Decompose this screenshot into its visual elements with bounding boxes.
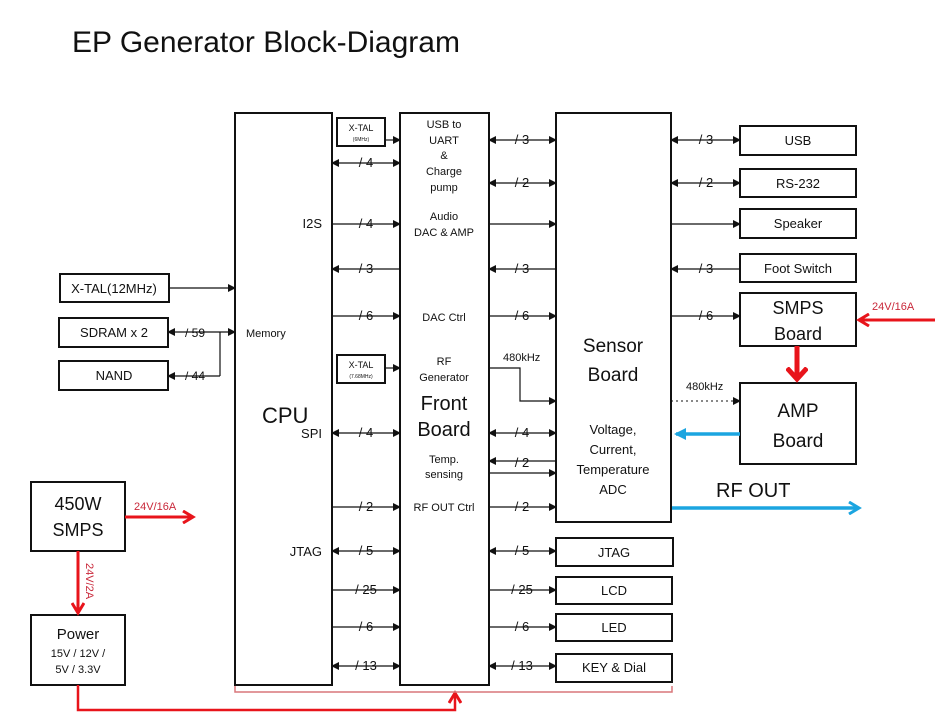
page-title: EP Generator Block-Diagram xyxy=(72,26,460,59)
cpu-block xyxy=(234,112,333,686)
smps-output-label: 24V/16A xyxy=(134,501,177,513)
xtal-6mhz-freq: (6MHz) xyxy=(353,137,370,143)
adc-line: Temperature xyxy=(577,462,650,477)
sensor-peripheral-bus-width: / 3 xyxy=(699,261,713,276)
smps-450w-label: SMPS xyxy=(52,520,103,540)
fn-usb-uart: pump xyxy=(430,182,458,194)
cpu-front-bus-width: / 13 xyxy=(355,658,377,673)
led-label: LED xyxy=(601,620,626,635)
sensor-peripheral-bus-width: / 2 xyxy=(699,175,713,190)
adc-line: Current, xyxy=(590,442,637,457)
sensor-board-label: Sensor xyxy=(583,336,644,357)
front-sensor-bus-width: / 2 xyxy=(515,499,529,514)
speaker-label: Speaker xyxy=(774,216,823,231)
sdram-label: SDRAM x 2 xyxy=(80,325,148,340)
smps-450w-label: 450W xyxy=(54,494,101,514)
cpu-front-bus-width: / 6 xyxy=(359,308,373,323)
cpu-front-bus-width: / 25 xyxy=(355,582,377,597)
fn-usb-uart: UART xyxy=(429,135,459,147)
nand-label: NAND xyxy=(96,368,133,383)
fn-temp-sensing: sensing xyxy=(425,469,463,481)
smps-board-input-label: 24V/16A xyxy=(872,301,915,313)
cpu-port-i2s: I2S xyxy=(302,216,322,231)
sensor-peripheral-bus-width: / 3 xyxy=(699,132,713,147)
cpu-front-bus-width: / 5 xyxy=(359,543,373,558)
xtal-768mhz-label: X-TAL xyxy=(349,360,374,370)
cpu-front-bus-width: / 4 xyxy=(359,216,373,231)
jtag-label: JTAG xyxy=(598,545,630,560)
fn-audio: DAC & AMP xyxy=(414,227,474,239)
smps-board-label: SMPS xyxy=(772,298,823,318)
rs232-label: RS-232 xyxy=(776,176,820,191)
front-sensor-bus-width: / 25 xyxy=(511,582,533,597)
fn-usb-uart: Charge xyxy=(426,166,462,178)
block-diagram: EP Generator Block-Diagram / 4 / 4 / 3 / 6 /… xyxy=(0,0,946,714)
front-board-label: Front xyxy=(421,393,468,415)
fn-temp-sensing: Temp. xyxy=(429,454,459,466)
cpu-front-bus-width: / 6 xyxy=(359,619,373,634)
cpu-front-bus-width: / 2 xyxy=(359,499,373,514)
front-sensor-bus-width: / 13 xyxy=(511,658,533,673)
fn-rf-generator: RF xyxy=(437,356,452,368)
front-sensor-bus-width: / 2 xyxy=(515,455,529,470)
fn-rf-out-ctrl: RF OUT Ctrl xyxy=(414,502,475,514)
power-distribution-line xyxy=(76,685,455,712)
cpu-front-bus-width: / 4 xyxy=(359,425,373,440)
cpu-port-spi: SPI xyxy=(301,426,322,441)
lcd-label: LCD xyxy=(601,583,627,598)
amp-board-label: Board xyxy=(773,431,824,452)
fn-usb-uart: USB to xyxy=(427,119,462,131)
power-voltages: 15V / 12V / xyxy=(51,648,106,660)
cpu-front-bus-width: / 4 xyxy=(359,155,373,170)
key-dial-label: KEY & Dial xyxy=(582,660,646,675)
front-board-label: Board xyxy=(417,419,470,441)
power-distribution-bracket xyxy=(234,686,673,693)
freq-label-rf-gen: 480kHz xyxy=(503,352,540,364)
sensor-board-label: Board xyxy=(588,365,639,386)
rf-out-label: RF OUT xyxy=(716,480,790,502)
xtal-768mhz-freq: (7.68MHz) xyxy=(349,374,373,380)
xtal-12mhz-label: X-TAL(12MHz) xyxy=(71,281,157,296)
adc-line: Voltage, xyxy=(590,422,637,437)
foot-switch-label: Foot Switch xyxy=(764,261,832,276)
sensor-peripheral-bus-width: / 6 xyxy=(699,308,713,323)
cpu-label: CPU xyxy=(262,403,308,428)
fn-dac-ctrl: DAC Ctrl xyxy=(422,312,465,324)
amp-board-label: AMP xyxy=(777,401,818,422)
sdram-bus-width: / 59 xyxy=(185,326,205,340)
power-label: Power xyxy=(57,626,100,643)
smps-450w-block xyxy=(30,481,126,552)
fn-rf-generator: Generator xyxy=(419,372,469,384)
xtal-6mhz-label: X-TAL xyxy=(349,123,374,133)
front-sensor-bus-width: / 2 xyxy=(515,175,529,190)
usb-label: USB xyxy=(785,133,812,148)
front-sensor-bus-width: / 3 xyxy=(515,132,529,147)
nand-bus-width: / 44 xyxy=(185,369,205,383)
sensor-board-block xyxy=(555,112,672,523)
rf-gen-480khz-line xyxy=(489,367,557,405)
diagram-canvas: EP Generator Block-Diagram / 4 / 4 / 3 / 6 /… xyxy=(30,26,935,712)
fn-usb-uart: & xyxy=(440,150,448,162)
cpu-port-memory: Memory xyxy=(246,328,286,340)
front-sensor-bus-width: / 3 xyxy=(515,261,529,276)
freq-label-amp: 480kHz xyxy=(686,381,723,393)
front-sensor-bus-width: / 6 xyxy=(515,619,529,634)
front-sensor-bus-width: / 6 xyxy=(515,308,529,323)
power-feed-label: 24V/2A xyxy=(83,563,95,600)
front-sensor-bus-width: / 4 xyxy=(515,425,529,440)
power-voltages: 5V / 3.3V xyxy=(55,664,101,676)
fn-audio: Audio xyxy=(430,211,458,223)
cpu-port-jtag: JTAG xyxy=(290,544,322,559)
front-sensor-bus-width: / 5 xyxy=(515,543,529,558)
smps-board-label: Board xyxy=(774,324,822,344)
cpu-front-bus-width: / 3 xyxy=(359,261,373,276)
adc-line: ADC xyxy=(599,482,626,497)
